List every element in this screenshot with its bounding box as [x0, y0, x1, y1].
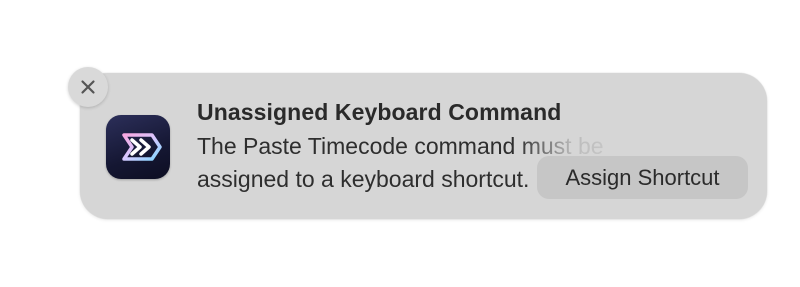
desktop-area: Unassigned Keyboard Command The Paste Ti… [0, 0, 800, 287]
assign-shortcut-button[interactable]: Assign Shortcut [537, 156, 748, 199]
close-icon [81, 80, 95, 94]
notification-body-line-2: assigned to a keyboard shortcut. [197, 166, 530, 192]
app-icon [106, 115, 170, 179]
close-button[interactable] [68, 67, 108, 107]
notification-title: Unassigned Keyboard Command [197, 99, 562, 125]
double-chevron-icon [122, 133, 162, 161]
